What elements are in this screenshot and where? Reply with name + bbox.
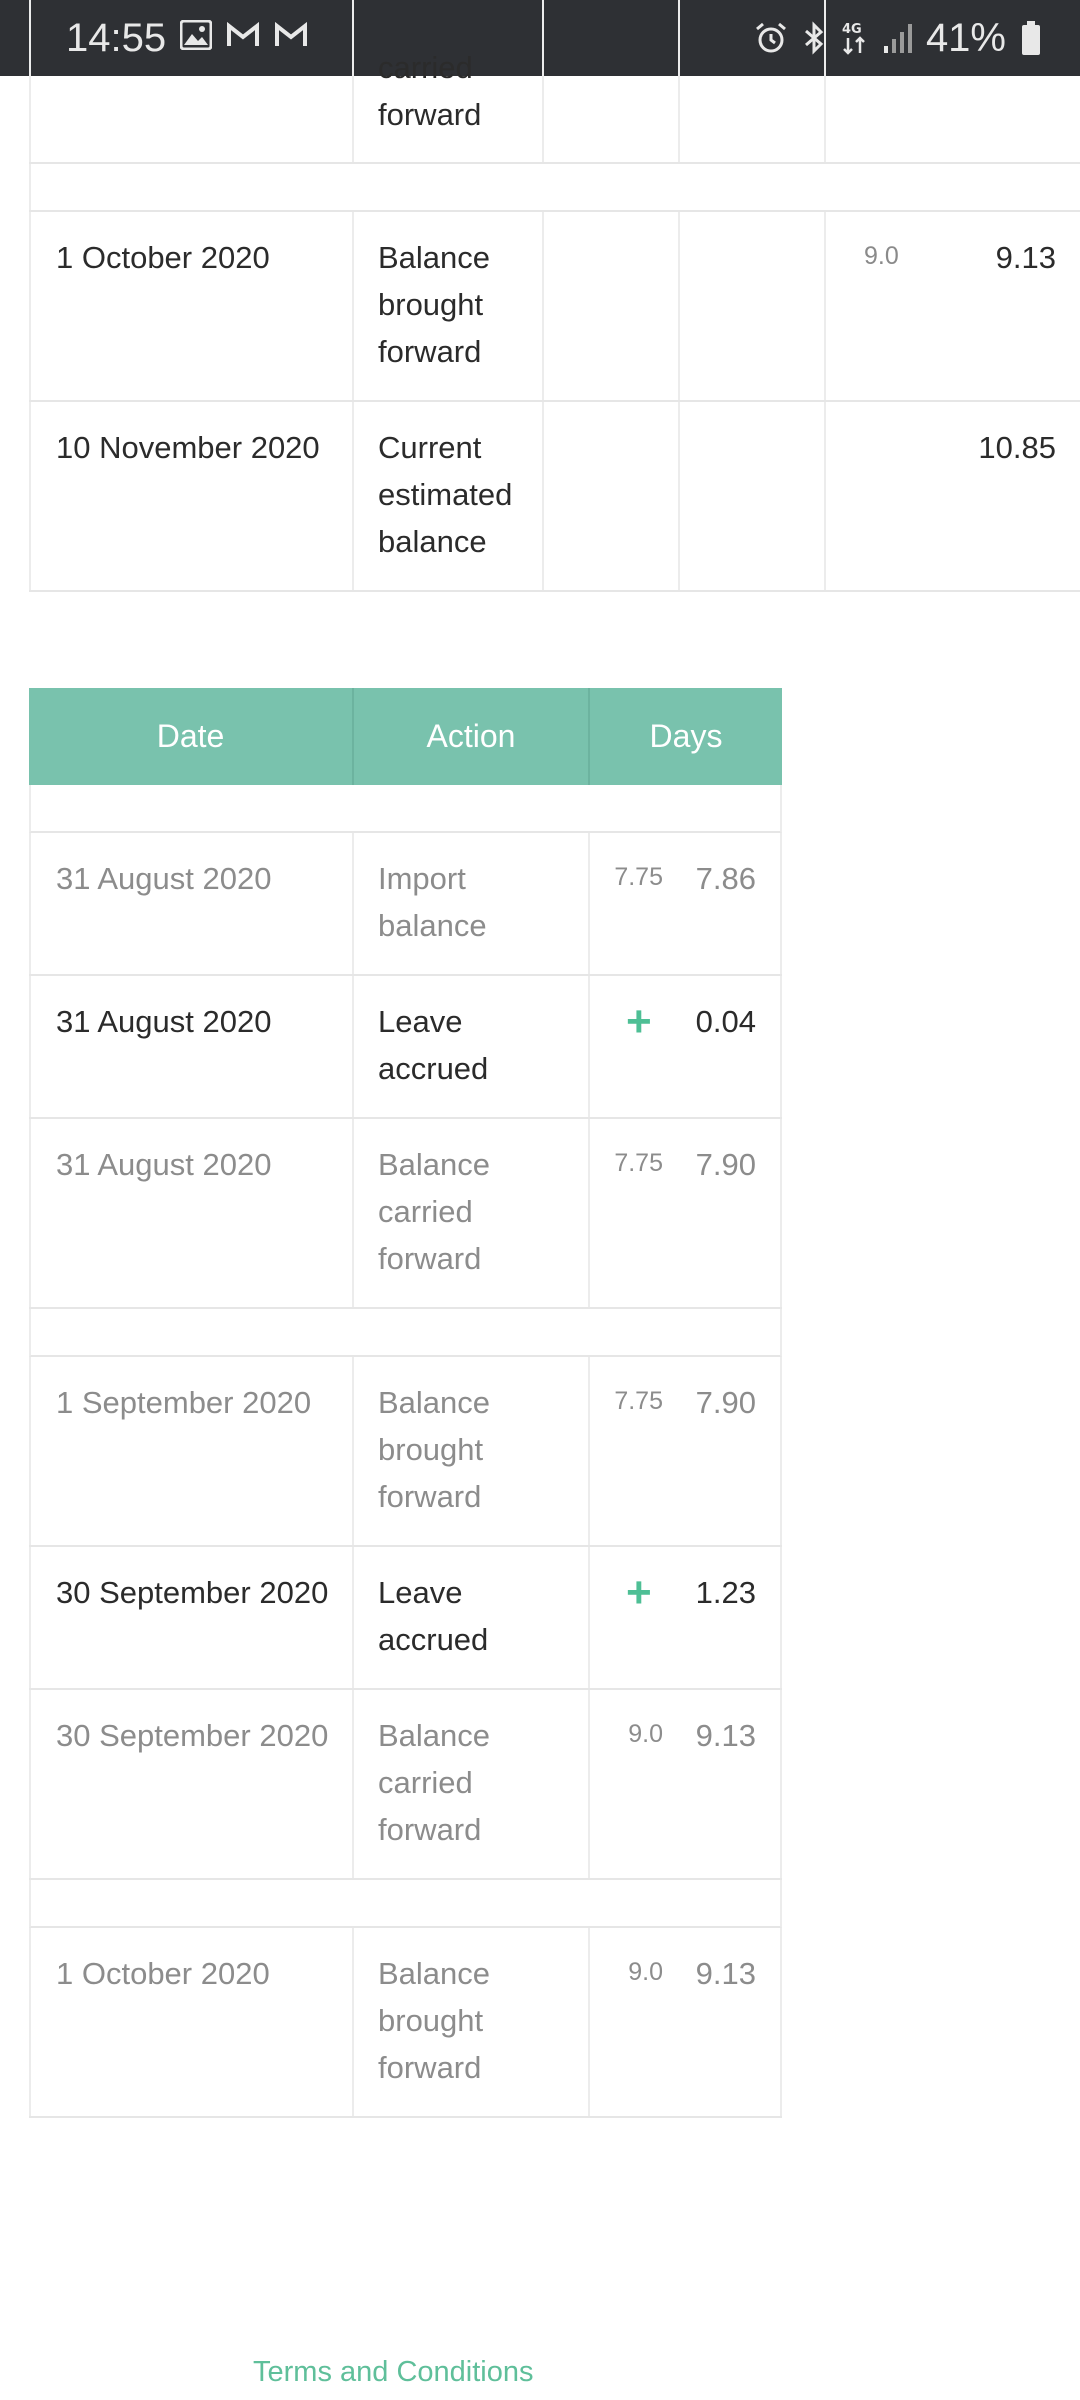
row-action: carried forward (378, 50, 482, 132)
table-spacer-row (29, 164, 1080, 212)
row-date: 31 August 2020 (56, 861, 272, 896)
table-row: 1 September 2020 Balance brought forward… (29, 1357, 782, 1547)
row-action: Current estimated balance (378, 430, 513, 559)
table-row: carried forward (29, 0, 1080, 164)
row-date: 30 September 2020 (56, 1718, 329, 1753)
row-value: 9.13 (695, 1718, 756, 1753)
header-date: Date (29, 688, 354, 785)
row-previous-value: 7.75 (614, 1387, 663, 1415)
row-value: 1.23 (695, 1575, 756, 1610)
plus-icon: + (626, 997, 652, 1046)
table-row: 1 October 2020 Balance brought forward 9… (29, 212, 1080, 402)
row-date: 10 November 2020 (56, 430, 320, 465)
row-action: Balance carried forward (378, 1718, 491, 1847)
row-value: 7.86 (695, 861, 756, 896)
row-date: 1 October 2020 (56, 240, 270, 275)
table-spacer-row (29, 1309, 782, 1357)
header-days: Days (649, 718, 723, 754)
row-value: 9.13 (695, 1956, 756, 1991)
row-action: Leave accrued (378, 1004, 489, 1086)
row-action: Balance brought forward (378, 1385, 491, 1514)
header-action: Action (354, 688, 590, 785)
table-row: 1 October 2020 Balance brought forward 9… (29, 1928, 782, 2118)
row-value: 10.85 (978, 430, 1056, 465)
table-row: 31 August 2020 Leave accrued + 0.04 (29, 976, 782, 1119)
row-previous-value: 9.0 (628, 1720, 663, 1748)
row-value: 7.90 (695, 1147, 756, 1182)
row-date: 30 September 2020 (56, 1575, 329, 1610)
table-spacer-row (29, 1880, 782, 1928)
row-previous-value: 7.75 (614, 863, 663, 891)
row-date: 1 October 2020 (56, 1956, 270, 1991)
table-header: Date Action Days (29, 688, 782, 785)
row-date: 31 August 2020 (56, 1004, 272, 1039)
row-action: Balance carried forward (378, 1147, 491, 1276)
terms-and-conditions-link[interactable]: Terms and Conditions (253, 2356, 533, 2389)
row-previous-value: 7.75 (614, 1149, 663, 1177)
row-action: Balance brought forward (378, 1956, 491, 2085)
table-row: 31 August 2020 Import balance 7.75 7.86 (29, 833, 782, 976)
row-action: Import balance (378, 861, 487, 943)
row-value: 7.90 (695, 1385, 756, 1420)
row-action: Leave accrued (378, 1575, 489, 1657)
row-date: 1 September 2020 (56, 1385, 312, 1420)
row-previous-value: 9.0 (628, 1958, 663, 1986)
table-row: 30 September 2020 Balance carried forwar… (29, 1690, 782, 1880)
row-date: 31 August 2020 (56, 1147, 272, 1182)
table-row: 10 November 2020 Current estimated balan… (29, 402, 1080, 592)
row-previous-value: 9.0 (864, 242, 899, 270)
table-row: 31 August 2020 Balance carried forward 7… (29, 1119, 782, 1309)
table-row: 30 September 2020 Leave accrued + 1.23 (29, 1547, 782, 1690)
plus-icon: + (626, 1568, 652, 1617)
row-action: Balance brought forward (378, 240, 491, 369)
table-spacer-row (29, 785, 782, 833)
row-value: 0.04 (695, 1004, 756, 1039)
row-value: 9.13 (995, 240, 1056, 275)
